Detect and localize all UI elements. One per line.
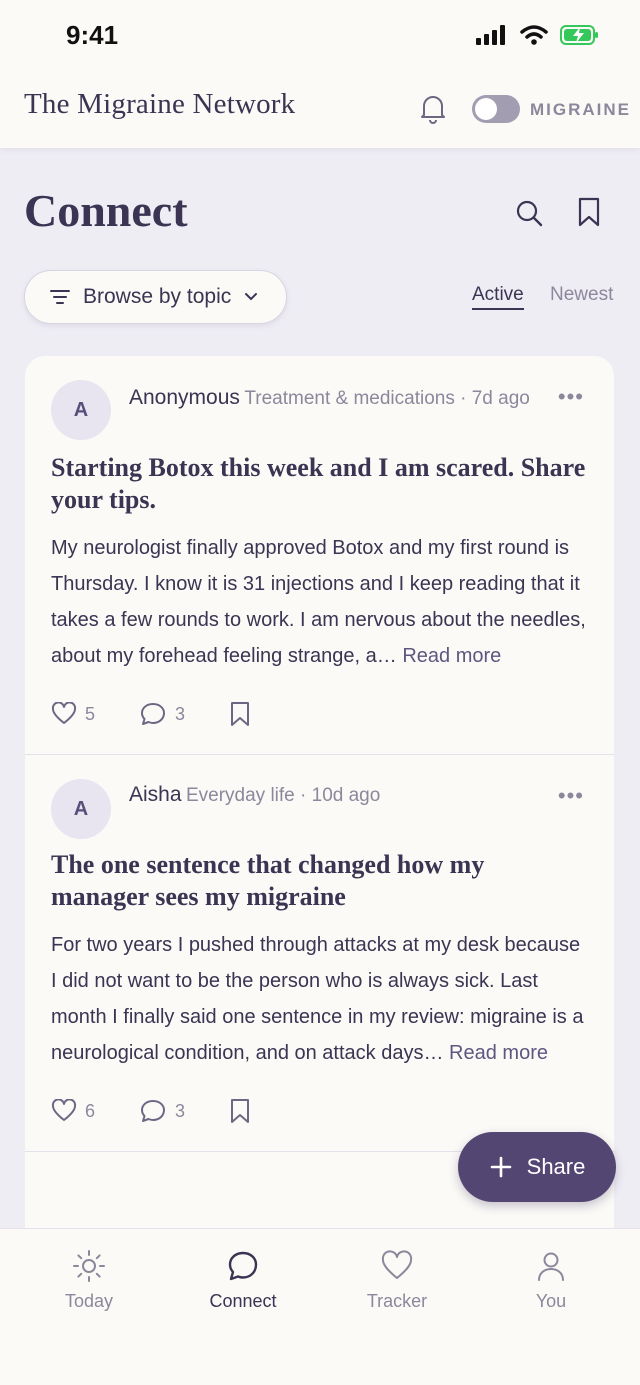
wifi-icon <box>520 25 548 45</box>
post-topic-time: Treatment & medications · 7d ago <box>244 388 530 409</box>
post-excerpt: My neurologist finally approved Botox an… <box>51 537 586 667</box>
comment-icon <box>141 703 166 725</box>
heart-icon <box>51 1099 77 1121</box>
post-meta: Anonymous Treatment & medications · 7d a… <box>129 382 588 446</box>
brand-title: The Migraine Network <box>24 88 296 120</box>
post-meta: Aisha Everyday life · 10d ago <box>129 779 588 843</box>
browse-by-topic-button[interactable]: Browse by topic <box>24 270 287 324</box>
avatar[interactable]: A <box>51 380 111 440</box>
post-topic-time: Everyday life · 10d ago <box>185 785 381 806</box>
like-button[interactable]: 6 <box>51 1099 95 1123</box>
filter-icon <box>50 290 70 304</box>
app-header: 9:41 The Migraine Network MIGRAINE <box>0 0 640 148</box>
tab-today[interactable]: Today <box>29 1249 149 1312</box>
post-actions: 5 3 <box>51 674 588 754</box>
comment-button[interactable]: 3 <box>139 1098 185 1124</box>
saved-posts-icon[interactable] <box>576 196 602 228</box>
post-card[interactable]: A Aisha Everyday life · 10d ago ••• The … <box>25 755 614 1152</box>
sun-icon <box>73 1250 105 1282</box>
tab-label: Connect <box>209 1291 277 1311</box>
sort-active-tab[interactable]: Active <box>472 284 524 310</box>
tab-label: You <box>535 1291 567 1311</box>
post-card[interactable]: A Anonymous Treatment & medications · 7d… <box>25 356 614 755</box>
bookmark-icon <box>231 1099 250 1123</box>
plus-icon <box>490 1156 511 1178</box>
like-count: 6 <box>85 1100 96 1121</box>
read-more-link[interactable]: Read more <box>402 645 501 667</box>
comment-count: 3 <box>175 1100 186 1121</box>
post-author[interactable]: Anonymous <box>129 386 240 409</box>
more-options-icon[interactable]: ••• <box>558 384 584 410</box>
post-body: My neurologist finally approved Botox an… <box>51 530 588 674</box>
chevron-down-icon <box>245 293 258 301</box>
bookmark-icon <box>231 702 250 726</box>
read-more-link[interactable]: Read more <box>449 1042 548 1064</box>
heart-icon <box>381 1250 413 1279</box>
tab-connect[interactable]: Connect <box>183 1249 303 1312</box>
comment-button[interactable]: 3 <box>139 701 185 727</box>
share-label: Share <box>526 1154 586 1179</box>
like-count: 5 <box>85 703 96 724</box>
migraine-mode-label: MIGRAINE <box>530 100 631 119</box>
tab-label: Tracker <box>366 1291 428 1311</box>
battery-charging-icon <box>560 25 598 45</box>
more-options-icon[interactable]: ••• <box>558 783 584 809</box>
post-body: For two years I pushed through attacks a… <box>51 927 588 1071</box>
status-icons <box>476 24 600 46</box>
share-post-button[interactable]: Share <box>458 1132 616 1202</box>
like-button[interactable]: 5 <box>51 702 95 726</box>
tab-label: Today <box>64 1291 114 1311</box>
tab-you[interactable]: You <box>491 1249 611 1312</box>
page-title: Connect <box>24 185 188 236</box>
search-icon[interactable] <box>514 198 544 228</box>
save-post-button[interactable] <box>229 700 251 728</box>
toggle-knob <box>475 98 497 120</box>
heart-icon <box>51 702 77 724</box>
chat-bubble-icon <box>228 1251 258 1281</box>
comment-icon <box>141 1100 166 1122</box>
comment-count: 3 <box>175 703 186 724</box>
signal-icon <box>476 25 505 45</box>
migraine-mode-toggle[interactable] <box>472 95 520 123</box>
tab-tracker[interactable]: Tracker <box>337 1249 457 1312</box>
post-title[interactable]: The one sentence that changed how my man… <box>51 849 588 913</box>
person-icon <box>538 1252 564 1281</box>
bottom-tab-bar: Today Connect Tracker You <box>0 1228 640 1385</box>
sort-newest-tab[interactable]: Newest <box>550 284 613 306</box>
avatar[interactable]: A <box>51 779 111 839</box>
post-feed: A Anonymous Treatment & medications · 7d… <box>25 356 614 1228</box>
save-post-button[interactable] <box>229 1097 251 1125</box>
browse-label: Browse by topic <box>83 285 232 308</box>
post-title[interactable]: Starting Botox this week and I am scared… <box>51 452 588 516</box>
connect-screen: Connect Browse by topic Active Newest A … <box>0 148 640 1228</box>
status-time: 9:41 <box>66 20 119 50</box>
bell-icon[interactable] <box>418 92 448 124</box>
post-author[interactable]: Aisha <box>129 783 182 806</box>
